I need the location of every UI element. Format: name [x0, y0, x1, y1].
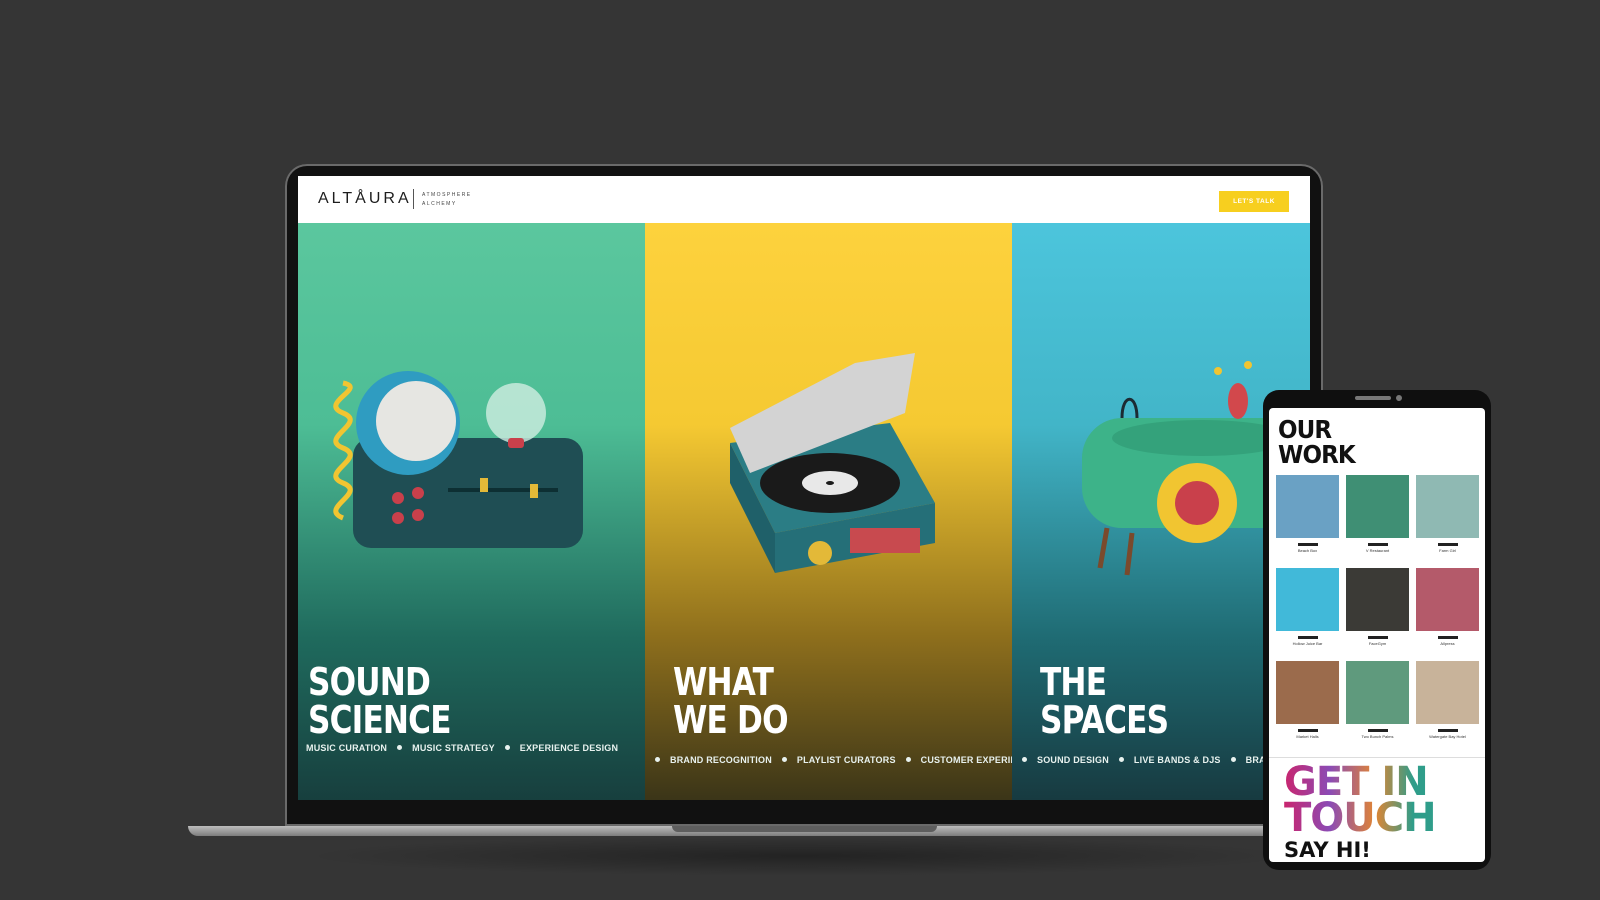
work-category-badge — [1367, 729, 1388, 732]
panel-title: THE SPACES — [1040, 660, 1169, 742]
work-name: Watergate Bay Hotel — [1429, 734, 1466, 739]
phone-frame: OUR WORK Beach Box V Restaurant Farm Gir… — [1263, 390, 1491, 870]
divider — [1269, 757, 1485, 758]
work-thumbnail[interactable] — [1416, 661, 1479, 724]
bullet-icon — [1118, 757, 1124, 762]
heading-line-1: OUR — [1278, 415, 1332, 444]
panel-title: SOUND SCIENCE — [308, 660, 452, 742]
cta-line-2: TOUCH — [1284, 795, 1436, 841]
get-in-touch-heading[interactable]: GET IN TOUCH — [1284, 764, 1436, 836]
tagline-line-2: ALCHEMY — [422, 201, 457, 207]
phone-speaker — [1355, 396, 1391, 400]
panel-sound-science[interactable]: SOUND SCIENCE MUSIC CURATION MUSIC STRATE… — [298, 223, 645, 800]
panel-what-we-do[interactable]: WHAT WE DO BRAND RECOGNITION PLAYLIST CUR… — [645, 223, 1012, 800]
work-category-badge — [1367, 636, 1388, 639]
work-thumbnail[interactable] — [1276, 475, 1339, 538]
work-name: V Restaurant — [1365, 548, 1390, 553]
panel-title-line-1: THE — [1040, 660, 1107, 704]
bullet-icon — [655, 757, 660, 762]
work-category-badge — [1437, 543, 1458, 546]
brand-logo[interactable]: ALTÅURA — [318, 190, 412, 208]
work-item[interactable]: Allpress — [1416, 568, 1479, 646]
work-category-badge — [1297, 543, 1318, 546]
work-thumbnail[interactable] — [1346, 475, 1409, 538]
work-name: Market Halls — [1296, 734, 1319, 739]
tag: PLAYLIST CURATORS — [796, 755, 896, 765]
panel-title-line-2: SCIENCE — [308, 698, 452, 742]
bullet-icon — [504, 745, 510, 750]
say-hi-link[interactable]: SAY HI! — [1284, 838, 1371, 862]
radio-illustration — [333, 371, 583, 548]
work-name: Two Bunch Palms — [1361, 734, 1394, 739]
work-category-badge — [1297, 636, 1318, 639]
work-name: Beach Box — [1297, 548, 1318, 553]
bullet-icon — [1230, 757, 1236, 762]
bullet-icon — [397, 745, 403, 750]
work-name: Hollow Juice Bar — [1292, 641, 1323, 646]
laptop-notch — [672, 826, 937, 832]
work-thumbnail[interactable] — [1346, 661, 1409, 724]
work-category-badge — [1297, 729, 1318, 732]
work-item[interactable]: Farm Girl — [1416, 475, 1479, 553]
work-category-badge — [1437, 729, 1458, 732]
site-header: ALTÅURA ATMOSPHERE ALCHEMY LET'S TALK — [298, 176, 1310, 223]
tag: LIVE BANDS & DJS — [1133, 755, 1221, 765]
work-item[interactable]: Beach Box — [1276, 475, 1339, 553]
work-category-badge — [1437, 636, 1458, 639]
brand-tagline: ATMOSPHERE ALCHEMY — [422, 191, 472, 209]
our-work-heading: OUR WORK — [1278, 415, 1356, 469]
work-item[interactable]: Watergate Bay Hotel — [1416, 661, 1479, 739]
bullet-icon — [1022, 757, 1027, 762]
work-category-badge — [1367, 543, 1388, 546]
tag: EXPERIENCE DESIGN — [519, 743, 619, 753]
work-name: Allpress — [1440, 641, 1455, 646]
tagline-line-1: ATMOSPHERE — [422, 192, 472, 198]
lets-talk-button[interactable]: LET'S TALK — [1219, 191, 1289, 212]
work-name: FaceGym — [1368, 641, 1387, 646]
bullet-icon — [905, 757, 911, 762]
work-item[interactable]: FaceGym — [1346, 568, 1409, 646]
panel-title-line-1: SOUND — [308, 660, 431, 704]
panel-title-line-2: SPACES — [1040, 698, 1169, 742]
work-item[interactable]: Two Bunch Palms — [1346, 661, 1409, 739]
panel-title-line-2: WE DO — [673, 698, 789, 742]
work-item[interactable]: Market Halls — [1276, 661, 1339, 739]
panel-tags: SOUND DESIGN LIVE BANDS & DJS BRA — [1012, 755, 1266, 765]
work-thumbnail[interactable] — [1346, 568, 1409, 631]
work-item[interactable]: V Restaurant — [1346, 475, 1409, 553]
heading-line-2: WORK — [1278, 440, 1356, 469]
laptop-shadow — [300, 836, 1300, 876]
tag: MUSIC CURATION — [306, 743, 388, 753]
phone-screen: OUR WORK Beach Box V Restaurant Farm Gir… — [1269, 408, 1485, 862]
logo-divider — [413, 189, 414, 209]
work-thumbnail[interactable] — [1276, 661, 1339, 724]
panel-title-line-1: WHAT — [673, 660, 774, 704]
work-thumbnail[interactable] — [1416, 475, 1479, 538]
panel-tags: BRAND RECOGNITION PLAYLIST CURATORS CUSTOM… — [645, 755, 1012, 765]
work-item[interactable]: Hollow Juice Bar — [1276, 568, 1339, 646]
laptop-screen: ALTÅURA ATMOSPHERE ALCHEMY LET'S TALK SO… — [298, 176, 1310, 800]
phone-camera — [1396, 395, 1402, 401]
work-thumbnail[interactable] — [1416, 568, 1479, 631]
bullet-icon — [781, 757, 787, 762]
work-name: Farm Girl — [1439, 548, 1456, 553]
panel-title: WHAT WE DO — [673, 660, 789, 742]
panel-tags: MUSIC CURATION MUSIC STRATEGY EXPERIENCE D… — [306, 743, 618, 753]
tag: MUSIC STRATEGY — [412, 743, 495, 753]
tag: SOUND DESIGN — [1037, 755, 1109, 765]
tag: BRAND RECOGNITION — [670, 755, 772, 765]
work-thumbnail[interactable] — [1276, 568, 1339, 631]
tag: CUSTOMER EXPERIE — [920, 755, 1012, 765]
record-player-illustration — [730, 353, 935, 573]
